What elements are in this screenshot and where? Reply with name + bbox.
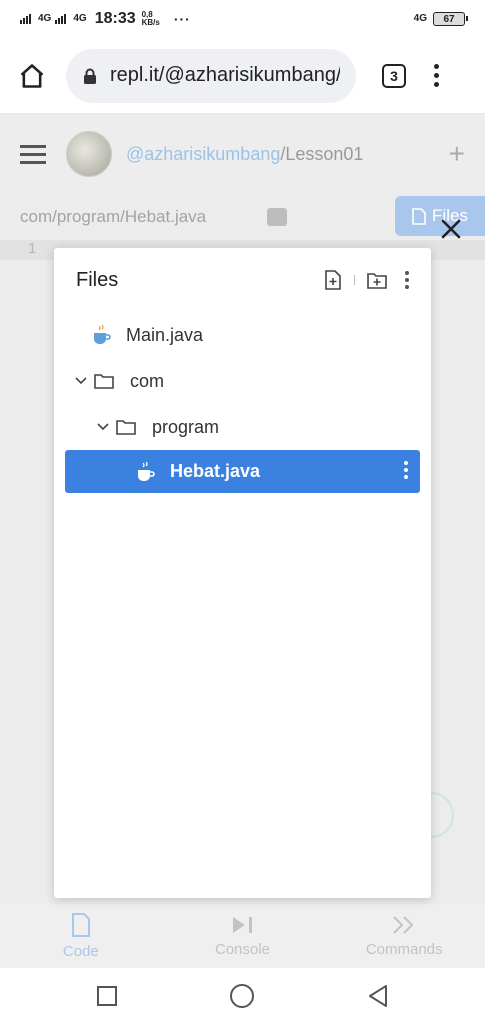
nav-console-label: Console — [214, 940, 271, 958]
new-file-icon[interactable] — [324, 270, 342, 290]
repl-title: @azharisikumbang/Lesson01 — [126, 144, 363, 165]
back-icon[interactable] — [366, 984, 390, 1008]
file-icon — [412, 207, 426, 225]
commands-icon — [393, 915, 414, 934]
network-type-right: 4G — [413, 13, 427, 24]
toolbar-separator — [354, 275, 355, 285]
home-icon — [20, 63, 44, 88]
files-more-options-icon[interactable] — [405, 271, 409, 289]
speed-unit: KB/s — [141, 18, 160, 27]
nav-console[interactable]: Console — [162, 904, 324, 968]
files-panel-title: Files — [76, 268, 119, 291]
editor-tab-row: com/program/Hebat.java Files — [0, 194, 485, 240]
data-speed: 0,8 KB/s — [142, 11, 160, 27]
hamburger-menu-icon[interactable] — [20, 144, 46, 164]
bottom-navigation: Code Console Commands — [0, 904, 485, 968]
browser-menu-button[interactable] — [434, 64, 439, 87]
repl-user-link[interactable]: @azharisikumbang — [126, 144, 280, 164]
home-button[interactable] — [14, 58, 50, 94]
repl-project-name: Lesson01 — [285, 143, 364, 164]
files-panel-header: Files — [54, 248, 431, 312]
file-item-label: Main.java — [126, 324, 204, 345]
browser-toolbar: repl.it/@azharisikumbang/ 3 — [0, 38, 485, 114]
nav-commands-label: Commands — [365, 940, 443, 958]
close-icon[interactable] — [438, 216, 464, 242]
lock-icon — [84, 68, 96, 84]
avatar[interactable] — [66, 131, 112, 177]
open-file-tab[interactable]: com/program/Hebat.java — [0, 207, 255, 227]
signal-icon — [20, 14, 31, 24]
tab-switcher-button[interactable]: 3 — [382, 63, 406, 88]
network-type-2: 4G — [73, 13, 87, 24]
nav-code-label: Code — [62, 942, 99, 960]
clock: 18:33 — [94, 10, 136, 27]
android-navigation-bar — [0, 968, 485, 1024]
java-cup-icon — [138, 461, 155, 481]
battery-icon: 67 — [433, 12, 468, 26]
document-icon[interactable] — [267, 208, 287, 226]
network-type-1: 4G — [38, 13, 52, 24]
console-icon — [232, 916, 252, 933]
folder-icon — [116, 420, 136, 435]
url-text: repl.it/@azharisikumbang/ — [110, 64, 340, 86]
nav-code[interactable]: Code — [0, 904, 162, 968]
nav-commands[interactable]: Commands — [323, 904, 485, 968]
files-panel: Files Main.java com program Hebat.java — [54, 248, 431, 898]
file-item-main-java[interactable]: Main.java — [54, 312, 431, 358]
repl-header: @azharisikumbang/Lesson01 + — [0, 114, 485, 194]
chevron-down-icon[interactable] — [96, 420, 110, 434]
recent-apps-icon[interactable] — [96, 985, 118, 1007]
add-button[interactable]: + — [449, 138, 465, 170]
new-folder-icon[interactable] — [367, 271, 387, 289]
signal-icon-2 — [55, 14, 67, 24]
file-more-options-icon[interactable] — [404, 461, 408, 479]
more-notifications-icon: ··· — [173, 11, 191, 27]
folder-icon — [94, 374, 114, 389]
folder-item-com[interactable]: com — [54, 358, 431, 404]
file-item-hebat-java[interactable]: Hebat.java — [65, 450, 420, 493]
line-number: 1 — [28, 240, 37, 257]
home-circle-icon[interactable] — [229, 983, 255, 1009]
folder-item-program[interactable]: program — [54, 404, 431, 450]
folder-item-label: program — [152, 416, 220, 437]
folder-item-label: com — [130, 370, 165, 391]
address-bar[interactable]: repl.it/@azharisikumbang/ — [66, 48, 356, 103]
chevron-down-icon[interactable] — [74, 374, 88, 388]
java-cup-icon — [94, 324, 111, 344]
status-bar: 4G 4G 18:33 0,8 KB/s ··· 4G 67 — [0, 0, 485, 38]
file-item-label: Hebat.java — [170, 461, 261, 481]
code-file-icon — [71, 912, 90, 937]
